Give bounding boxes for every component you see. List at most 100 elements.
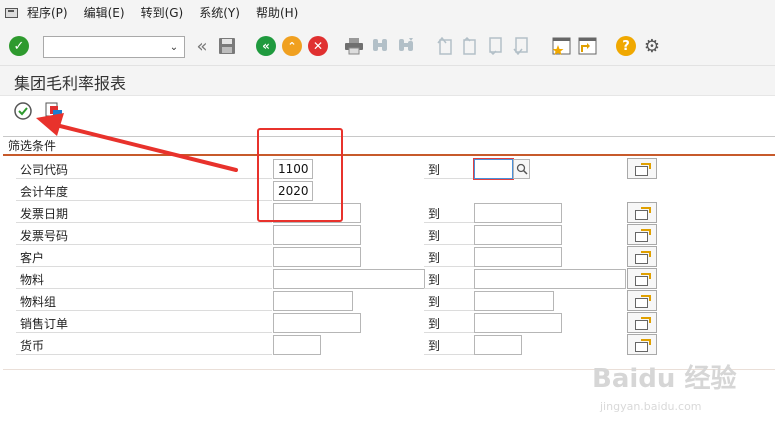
material-label: 物料: [20, 273, 45, 287]
title-bar: 集团毛利率报表: [0, 66, 775, 96]
to-underline: [424, 288, 474, 289]
field-row-material: 物料 到: [0, 268, 775, 290]
label-underline: [16, 244, 272, 245]
menu-goto[interactable]: 转到(G): [141, 4, 184, 21]
app-menu-icon[interactable]: [5, 6, 19, 18]
watermark-logo: Baidu 经验: [592, 364, 737, 394]
shortcut-icon[interactable]: [578, 35, 598, 57]
search-help-icon[interactable]: [513, 159, 530, 179]
currency-from-input[interactable]: [273, 335, 321, 355]
label-underline: [16, 222, 272, 223]
sales-order-to-input[interactable]: [474, 313, 562, 333]
sales-order-label: 销售订单: [20, 317, 69, 331]
multiple-selection-button[interactable]: [627, 158, 657, 179]
sales-order-from-input[interactable]: [273, 313, 361, 333]
multiple-selection-button[interactable]: [627, 290, 657, 311]
menu-program[interactable]: 程序(P): [27, 4, 68, 21]
to-underline: [424, 244, 474, 245]
multiple-selection-button[interactable]: [627, 312, 657, 333]
chevron-down-icon[interactable]: ⌄: [167, 40, 181, 54]
material-group-label: 物料组: [20, 295, 57, 309]
field-row-fiscal-year: 会计年度: [0, 180, 775, 202]
prev-page-icon[interactable]: [460, 36, 478, 56]
next-page-icon[interactable]: [486, 36, 504, 56]
material-group-to-input[interactable]: [474, 291, 554, 311]
menu-edit[interactable]: 编辑(E): [84, 4, 125, 21]
multiple-selection-icon: [635, 272, 651, 286]
application-toolbar: [0, 96, 775, 128]
last-page-icon[interactable]: [512, 36, 530, 56]
to-underline: [424, 178, 474, 179]
multiple-selection-button[interactable]: [627, 246, 657, 267]
cancel-icon[interactable]: ✕: [308, 36, 328, 56]
invoice-date-label: 发票日期: [20, 207, 69, 221]
save-icon[interactable]: [218, 37, 236, 55]
label-underline: [16, 354, 272, 355]
annotation-highlight-box: [257, 128, 343, 222]
fiscal-year-label: 会计年度: [20, 185, 69, 199]
to-underline: [424, 310, 474, 311]
variants-icon[interactable]: [44, 101, 64, 121]
label-underline: [16, 288, 272, 289]
group-divider: [3, 154, 775, 156]
customer-to-input[interactable]: [474, 247, 562, 267]
menu-help[interactable]: 帮助(H): [256, 4, 298, 21]
new-session-icon[interactable]: [552, 35, 572, 57]
field-row-material-group: 物料组 到: [0, 290, 775, 312]
invoice-number-from-input[interactable]: [273, 225, 361, 245]
currency-label: 货币: [20, 339, 45, 353]
execute-icon[interactable]: [13, 101, 33, 121]
first-page-icon[interactable]: [436, 36, 454, 56]
to-underline: [424, 332, 474, 333]
customer-from-input[interactable]: [273, 247, 361, 267]
field-row-invoice-date: 发票日期 到: [0, 202, 775, 224]
multiple-selection-button[interactable]: [627, 224, 657, 245]
page-title: 集团毛利率报表: [14, 74, 127, 93]
help-icon[interactable]: ?: [616, 36, 636, 56]
to-label: 到: [428, 251, 441, 265]
print-icon[interactable]: [344, 36, 364, 56]
multiple-selection-icon: [635, 228, 651, 242]
label-underline: [16, 178, 272, 179]
invoice-number-label: 发票号码: [20, 229, 69, 243]
to-underline: [424, 354, 474, 355]
material-to-input[interactable]: [474, 269, 626, 289]
field-row-currency: 货币 到: [0, 334, 775, 356]
label-underline: [16, 332, 272, 333]
find-icon[interactable]: [370, 36, 390, 56]
currency-to-input[interactable]: [474, 335, 522, 355]
multiple-selection-button[interactable]: [627, 268, 657, 289]
company-code-to-input[interactable]: [474, 159, 513, 179]
back-double-icon[interactable]: «: [190, 36, 214, 57]
group-title: 筛选条件: [8, 139, 57, 153]
enter-icon[interactable]: ✓: [9, 36, 29, 56]
settings-icon[interactable]: ⚙: [642, 36, 662, 57]
back-icon[interactable]: «: [256, 36, 276, 56]
menu-system[interactable]: 系统(Y): [199, 4, 240, 21]
multiple-selection-button[interactable]: [627, 202, 657, 223]
to-label: 到: [428, 273, 441, 287]
multiple-selection-button[interactable]: [627, 334, 657, 355]
to-label: 到: [428, 207, 441, 221]
command-field[interactable]: ⌄: [43, 36, 185, 58]
to-label: 到: [428, 339, 441, 353]
menu-bar: 程序(P) 编辑(E) 转到(G) 系统(Y) 帮助(H): [0, 0, 775, 24]
multiple-selection-icon: [635, 294, 651, 308]
to-underline: [424, 266, 474, 267]
multiple-selection-icon: [635, 206, 651, 220]
label-underline: [16, 200, 272, 201]
material-group-from-input[interactable]: [273, 291, 353, 311]
field-row-company-code: 公司代码 到: [0, 158, 775, 180]
to-label: 到: [428, 229, 441, 243]
to-label: 到: [428, 317, 441, 331]
invoice-date-to-input[interactable]: [474, 203, 562, 223]
command-input[interactable]: [44, 37, 162, 57]
material-from-input[interactable]: [273, 269, 425, 289]
field-row-invoice-number: 发票号码 到: [0, 224, 775, 246]
exit-icon[interactable]: ⌃: [282, 36, 302, 56]
find-next-icon[interactable]: [396, 36, 416, 56]
invoice-number-to-input[interactable]: [474, 225, 562, 245]
to-label: 到: [428, 163, 441, 177]
company-code-label: 公司代码: [20, 163, 69, 177]
customer-label: 客户: [20, 251, 45, 265]
